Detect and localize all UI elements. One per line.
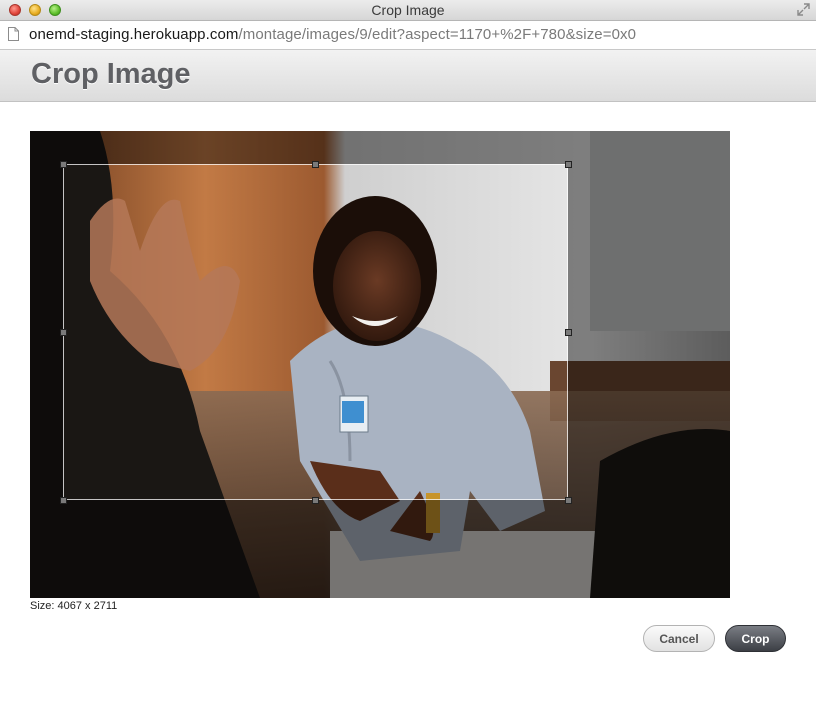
crop-handle-right[interactable]: [565, 329, 572, 336]
document-icon: [8, 27, 19, 41]
page-header: Crop Image: [0, 50, 816, 102]
window-title: Crop Image: [371, 2, 445, 18]
crop-handle-left[interactable]: [60, 329, 67, 336]
image-size-label: Size: 4067 x 2711: [30, 600, 118, 612]
page-title: Crop Image: [31, 58, 191, 90]
crop-handle-top-right[interactable]: [565, 161, 572, 168]
crop-mask-right: [568, 164, 730, 500]
url-path: /montage/images/9/edit?aspect=1170+%2F+7…: [238, 26, 637, 43]
crop-button[interactable]: Crop: [725, 625, 786, 652]
crop-handle-bottom-right[interactable]: [565, 497, 572, 504]
window-titlebar: Crop Image: [0, 0, 816, 21]
crop-handle-bottom[interactable]: [312, 497, 319, 504]
crop-selection[interactable]: [63, 164, 568, 500]
crop-handle-top-left[interactable]: [60, 161, 67, 168]
url-text[interactable]: onemd-staging.herokuapp.com/montage/imag…: [29, 26, 636, 43]
address-bar[interactable]: onemd-staging.herokuapp.com/montage/imag…: [0, 21, 816, 50]
cancel-button[interactable]: Cancel: [643, 625, 715, 652]
crop-image-area[interactable]: [30, 131, 730, 598]
crop-mask-top: [30, 131, 730, 164]
url-host: onemd-staging.herokuapp.com: [29, 26, 239, 43]
crop-handle-bottom-left[interactable]: [60, 497, 67, 504]
crop-mask-bottom: [30, 500, 730, 598]
crop-mask-left: [30, 164, 63, 500]
crop-handle-top[interactable]: [312, 161, 319, 168]
fullscreen-icon[interactable]: [797, 3, 810, 16]
